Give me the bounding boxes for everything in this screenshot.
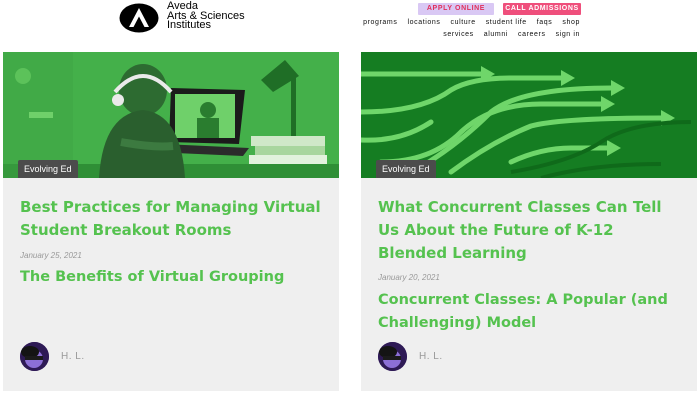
- article-date: January 20, 2021: [378, 273, 440, 282]
- category-tag[interactable]: Evolving Ed: [18, 160, 78, 178]
- article-date: January 25, 2021: [20, 251, 82, 260]
- nav-item-locations[interactable]: locations: [407, 19, 440, 26]
- apply-online-button[interactable]: APPLY ONLINE: [418, 3, 494, 15]
- aveda-logo-icon[interactable]: [119, 3, 159, 33]
- secondary-nav: services alumni careers sign in: [443, 31, 580, 38]
- nav-item-culture[interactable]: culture: [450, 19, 475, 26]
- nav-item-sign-in[interactable]: sign in: [556, 31, 580, 38]
- primary-nav: programs locations culture student life …: [363, 19, 580, 26]
- category-tag[interactable]: Evolving Ed: [376, 160, 436, 178]
- article-subtitle[interactable]: Concurrent Classes: A Popular (and Chall…: [378, 289, 683, 335]
- article-card[interactable]: Evolving Ed Best Practices for Managing …: [3, 52, 339, 391]
- article-title[interactable]: What Concurrent Classes Can Tell Us Abou…: [378, 196, 683, 265]
- nav-item-alumni[interactable]: alumni: [484, 31, 508, 38]
- nav-item-services[interactable]: services: [443, 31, 473, 38]
- nav-item-programs[interactable]: programs: [363, 19, 397, 26]
- nav-item-faqs[interactable]: faqs: [537, 19, 553, 26]
- nav-item-student-life[interactable]: student life: [486, 19, 527, 26]
- author-avatar: [20, 342, 49, 371]
- site-header: Aveda Arts & Sciences Institutes APPLY O…: [0, 0, 700, 44]
- author-name: H. L.: [419, 351, 443, 362]
- nav-item-careers[interactable]: careers: [518, 31, 546, 38]
- article-title[interactable]: Best Practices for Managing Virtual Stud…: [20, 196, 325, 242]
- nav-item-shop[interactable]: shop: [562, 19, 580, 26]
- brand-name[interactable]: Aveda Arts & Sciences Institutes: [167, 1, 245, 31]
- author-avatar: [378, 342, 407, 371]
- author-name: H. L.: [61, 351, 85, 362]
- brand-line: Institutes: [167, 19, 212, 31]
- article-card[interactable]: Evolving Ed What Concurrent Classes Can …: [361, 52, 697, 391]
- article-subtitle[interactable]: The Benefits of Virtual Grouping: [20, 266, 325, 289]
- call-admissions-button[interactable]: CALL ADMISSIONS: [503, 3, 581, 15]
